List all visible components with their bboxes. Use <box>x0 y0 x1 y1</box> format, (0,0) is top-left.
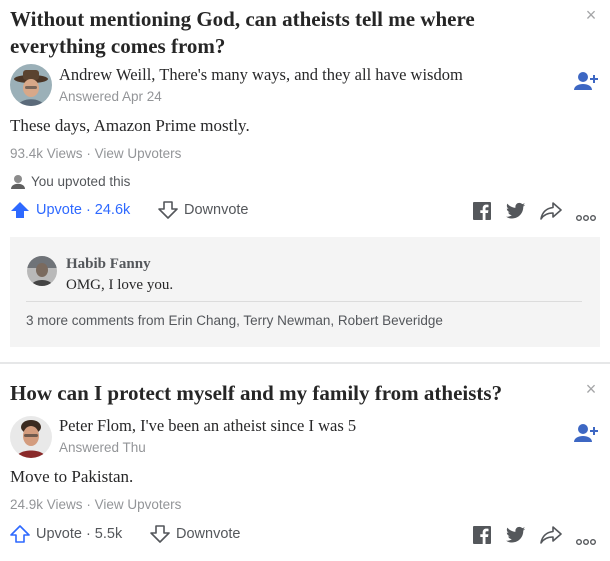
separator-dot: · <box>85 202 91 218</box>
comments-section: Habib Fanny OMG, I love you. 3 more comm… <box>10 237 600 347</box>
follow-user-icon[interactable] <box>574 71 600 91</box>
more-options-icon[interactable] <box>576 532 596 550</box>
upvote-button[interactable]: Upvote · 24.6k <box>10 200 130 220</box>
upvote-arrow-icon <box>10 525 30 543</box>
answer-text: These days, Amazon Prime mostly. <box>10 116 250 135</box>
downvote-button[interactable]: Downvote <box>150 524 240 544</box>
share-arrow-icon[interactable] <box>540 202 562 225</box>
author-credential[interactable]: Andrew Weill, There's many ways, and the… <box>59 65 463 85</box>
action-bar: Upvote · 24.6k Downvote <box>10 200 600 224</box>
upvote-arrow-icon <box>11 202 29 218</box>
view-upvoters-link[interactable]: View Upvoters <box>95 146 182 161</box>
downvote-button[interactable]: Downvote <box>158 200 248 220</box>
answer-meta: 24.9k Views · View Upvoters <box>10 497 181 512</box>
more-options-icon[interactable] <box>576 208 596 226</box>
view-upvoters-link[interactable]: View Upvoters <box>95 497 182 512</box>
downvote-arrow-icon <box>158 201 178 219</box>
close-icon[interactable]: × <box>584 6 598 24</box>
upvote-label: Upvote <box>36 526 82 542</box>
close-icon[interactable]: × <box>584 380 598 398</box>
answer-text: Move to Pakistan. <box>10 467 134 486</box>
views-count: 93.4k Views <box>10 146 83 161</box>
downvote-label: Downvote <box>184 202 249 218</box>
facebook-icon[interactable] <box>473 202 491 225</box>
upvote-count: 5.5k <box>94 526 123 542</box>
comment-author[interactable]: Habib Fanny <box>66 256 151 273</box>
share-arrow-icon[interactable] <box>540 526 562 549</box>
answer-card: How can I protect myself and my family f… <box>0 364 610 561</box>
downvote-label: Downvote <box>176 526 241 542</box>
you-upvoted-text: You upvoted this <box>31 173 131 189</box>
comment-avatar[interactable] <box>27 256 57 286</box>
upvote-count: 24.6k <box>94 202 131 218</box>
separator-dot: · <box>86 497 91 512</box>
upvote-label: Upvote <box>36 202 82 218</box>
separator-dot: · <box>86 146 91 161</box>
you-upvoted-note: You upvoted this <box>10 173 130 189</box>
author-credential[interactable]: Peter Flom, I've been an atheist since I… <box>59 416 356 436</box>
avatar[interactable] <box>10 64 52 106</box>
action-bar: Upvote · 5.5k Downvote <box>10 524 600 548</box>
user-thumbnail-icon <box>10 173 26 189</box>
more-comments-link[interactable]: 3 more comments from Erin Chang, Terry N… <box>26 313 443 328</box>
facebook-icon[interactable] <box>473 526 491 549</box>
divider <box>26 301 582 302</box>
separator-dot: · <box>85 526 91 542</box>
answered-date[interactable]: Answered Thu <box>59 440 146 455</box>
twitter-icon[interactable] <box>506 526 526 549</box>
answer-card: Without mentioning God, can atheists tel… <box>0 0 610 362</box>
answer-meta: 93.4k Views · View Upvoters <box>10 146 181 161</box>
comment-text: OMG, I love you. <box>66 277 174 293</box>
follow-user-icon[interactable] <box>574 423 600 443</box>
downvote-arrow-icon <box>150 525 170 543</box>
question-title[interactable]: Without mentioning God, can atheists tel… <box>10 6 570 60</box>
avatar[interactable] <box>10 416 52 458</box>
upvote-button[interactable]: Upvote · 5.5k <box>10 524 122 544</box>
views-count: 24.9k Views <box>10 497 83 512</box>
question-title[interactable]: How can I protect myself and my family f… <box>10 380 570 407</box>
answered-date[interactable]: Answered Apr 24 <box>59 89 162 104</box>
twitter-icon[interactable] <box>506 202 526 225</box>
